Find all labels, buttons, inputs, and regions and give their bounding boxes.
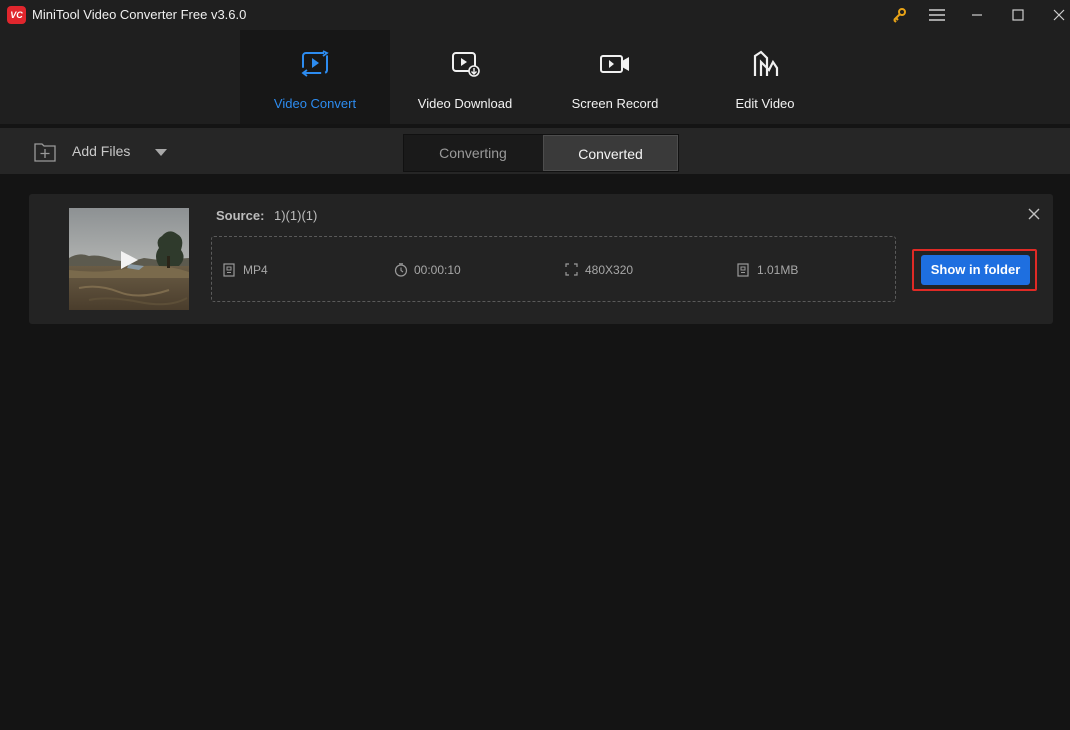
clock-icon [394,263,408,277]
key-icon[interactable] [888,5,910,25]
converted-file-item: Source: 1)(1)(1) MP4 00:00:10 480X320 1.… [29,194,1053,324]
source-label: Source: [216,208,265,223]
add-files-label: Add Files [72,143,131,159]
screen-record-icon [600,55,629,73]
tab-label: Screen Record [571,96,659,111]
tab-edit-video[interactable]: Edit Video [690,30,840,124]
file-format-icon [223,263,235,277]
resolution-value: 480X320 [585,263,634,277]
tab-converting[interactable]: Converting [404,135,542,171]
resolution-icon [565,263,578,276]
maximize-icon[interactable] [1007,5,1029,25]
video-convert-icon [301,50,329,77]
tab-video-download[interactable]: Video Download [390,30,540,124]
format-value: MP4 [243,263,268,277]
tab-converted[interactable]: Converted [543,135,678,171]
title-bar: VC MiniTool Video Converter Free v3.6.0 [0,0,1070,30]
tab-label: Edit Video [735,96,795,111]
output-info: MP4 00:00:10 480X320 1.01MB [211,236,896,302]
remove-item-icon[interactable] [1028,208,1040,220]
duration-value: 00:00:10 [414,263,461,277]
toolbar: Add Files Converting Converted [0,128,1070,174]
video-download-icon [452,52,480,77]
tab-label: Video Download [417,96,513,111]
dropdown-arrow-icon[interactable] [155,149,167,156]
size-value: 1.01MB [757,263,799,277]
add-folder-icon [34,143,56,162]
main-nav: Video Convert Video Download Screen Reco… [0,30,1070,124]
minimize-icon[interactable] [966,5,988,25]
menu-icon[interactable] [926,5,948,25]
video-thumbnail[interactable] [69,208,189,310]
show-in-folder-button[interactable]: Show in folder [921,255,1030,285]
converting-tabs: Converting Converted [403,134,679,172]
tab-video-convert[interactable]: Video Convert [240,30,390,124]
app-logo: VC [7,6,26,24]
tab-screen-record[interactable]: Screen Record [540,30,690,124]
play-icon[interactable] [119,250,139,270]
tab-label: Video Convert [273,96,357,111]
edit-video-icon [753,50,779,76]
app-title: MiniTool Video Converter Free v3.6.0 [32,7,247,22]
file-size-icon [737,263,749,277]
source-filename: 1)(1)(1) [274,208,318,223]
close-icon[interactable] [1048,5,1070,25]
